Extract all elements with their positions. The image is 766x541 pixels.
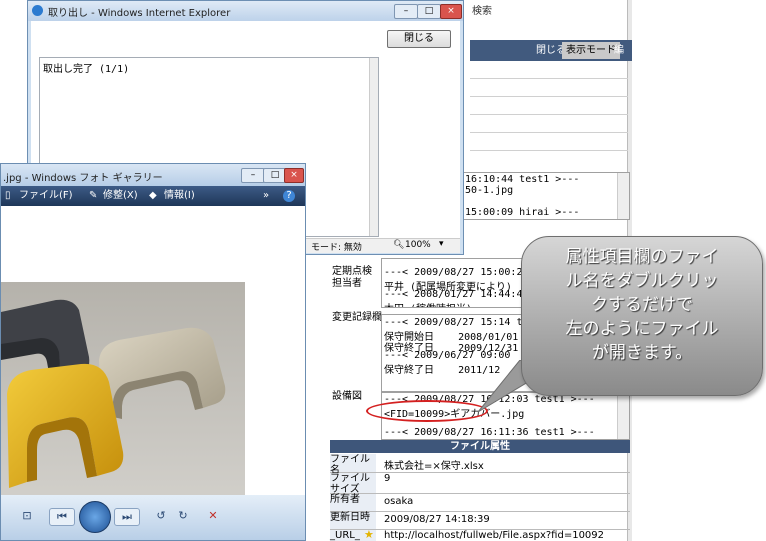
- attr-row-owner: 所有者 osaka: [330, 494, 630, 512]
- callout-line: 左のようにファイル: [565, 319, 719, 339]
- log-line: ---< 2008/01/27 14:44:43: [384, 289, 529, 300]
- product-photo-svg: [1, 282, 245, 506]
- next-icon[interactable]: ⏭: [114, 508, 140, 526]
- zoom-level[interactable]: 100%: [405, 240, 431, 250]
- row-divider: [470, 132, 628, 133]
- attr-value: 株式会社=×保守.xlsx: [384, 461, 484, 472]
- chevron-down-icon[interactable]: ▾: [439, 239, 444, 249]
- attr-row-updated: 更新日時 2009/08/27 14:18:39: [330, 512, 630, 530]
- field-label-change-log: 変更記録欄: [332, 312, 382, 323]
- ie-window-title: 取り出し - Windows Internet Explorer: [48, 8, 231, 19]
- info-icon: ◆: [149, 190, 157, 201]
- result-text: 取出し完了 (1/1): [43, 64, 130, 75]
- row-divider: [470, 150, 628, 151]
- attr-key: ファイル名: [330, 454, 376, 476]
- attr-value: 9: [384, 473, 391, 484]
- wrench-icon: ✎: [89, 190, 98, 201]
- file-icon: ▯: [5, 190, 11, 201]
- gallery-window-title: .jpg - Windows フォト ギャラリー: [3, 173, 163, 184]
- gallery-viewer: [1, 206, 305, 506]
- close-icon[interactable]: ×: [440, 4, 462, 19]
- log-line: ---< 2009/08/27 15:14 test: [384, 317, 541, 328]
- actual-size-icon[interactable]: ⊡: [17, 508, 37, 524]
- attr-row-filename: ファイル名 株式会社=×保守.xlsx: [330, 454, 630, 476]
- attr-row-url: _URL_ ★ http://localhost/fullweb/File.as…: [330, 528, 630, 541]
- help-icon[interactable]: ?: [283, 190, 295, 202]
- attr-value: osaka: [384, 496, 414, 507]
- search-label[interactable]: 検索: [472, 2, 492, 17]
- page-navbar: 閉じる 表示モード 編集: [470, 40, 632, 73]
- field-label-equipment-drawing: 設備図: [332, 391, 362, 402]
- callout-line: 属性項目欄のファイ: [565, 247, 719, 267]
- info-menu[interactable]: 情報(I): [164, 189, 195, 203]
- fix-menu[interactable]: 修整(X): [103, 189, 138, 203]
- row-divider: [470, 114, 628, 115]
- log-line: 15:00:09 hirai >---: [465, 207, 580, 218]
- previous-icon[interactable]: ⏮: [49, 508, 75, 526]
- log-line: 16:10:44 test1 >---: [465, 174, 580, 185]
- log-scrollbar[interactable]: [617, 173, 629, 219]
- rotate-right-icon[interactable]: ↻: [173, 508, 193, 524]
- close-icon[interactable]: ×: [284, 168, 304, 183]
- drawing-scrollbar[interactable]: [617, 393, 629, 439]
- log-textarea-1[interactable]: 16:10:44 test1 >--- 50-1.jpg 15:00:09 hi…: [462, 172, 630, 220]
- delete-icon[interactable]: ✕: [203, 508, 223, 524]
- row-divider: [470, 96, 628, 97]
- chevron-right-icon[interactable]: »: [263, 189, 269, 203]
- minimize-icon[interactable]: –: [241, 168, 265, 183]
- close-button[interactable]: 閉じる: [387, 30, 451, 48]
- slideshow-button[interactable]: [79, 501, 111, 533]
- ie-titlebar[interactable]: 取り出し - Windows Internet Explorer – □ ×: [28, 1, 463, 21]
- attr-key: ファイルサイズ: [330, 473, 376, 495]
- file-menu[interactable]: ファイル(F): [19, 189, 73, 203]
- star-icon[interactable]: ★: [364, 528, 374, 541]
- row-divider: [470, 78, 628, 79]
- field-label-inspector: 定期点検担当者: [332, 266, 372, 289]
- minimize-icon[interactable]: –: [394, 4, 418, 19]
- callout-line: ル名をダブルクリッ: [565, 271, 719, 291]
- attr-key: 更新日時: [330, 512, 376, 529]
- attr-key: 所有者: [330, 494, 376, 511]
- photo-gallery-window: .jpg - Windows フォト ギャラリー – □ × ▯ ファイル(F)…: [0, 163, 306, 541]
- gallery-titlebar[interactable]: .jpg - Windows フォト ギャラリー – □ ×: [1, 164, 305, 186]
- file-attributes-header: ファイル属性: [330, 440, 630, 453]
- log-line: 50-1.jpg: [465, 185, 514, 196]
- callout-line: が開きます。: [591, 343, 693, 363]
- gallery-toolbar: ▯ ファイル(F) ✎ 修整(X) ◆ 情報(I) » ?: [1, 186, 305, 206]
- protected-mode-label: モード: 無効: [311, 243, 362, 253]
- nav-edit-button[interactable]: 編集: [610, 42, 632, 73]
- log-line: ---< 2009/08/27 15:00:23: [384, 267, 529, 278]
- zoom-icon[interactable]: 🔍︎: [393, 240, 404, 250]
- page-top-strip: 検索: [470, 0, 766, 17]
- product-photo: [1, 282, 245, 506]
- maximize-icon[interactable]: □: [417, 4, 441, 19]
- result-scrollbar[interactable]: [369, 58, 378, 236]
- attr-url-link[interactable]: http://localhost/fullweb/File.aspx?fid=1…: [384, 530, 604, 541]
- attr-row-filesize: ファイルサイズ 9: [330, 473, 630, 495]
- attr-value: 2009/08/27 14:18:39: [384, 514, 490, 525]
- log-line: ---< 2009/08/27 16:11:36 test1 >---: [384, 427, 595, 438]
- callout-text: 属性項目欄のファイ ル名をダブルクリッ クするだけで 左のようにファイル が開き…: [522, 245, 762, 365]
- log-line: 木田 (稼働時担当): [384, 300, 472, 307]
- callout-bubble: 属性項目欄のファイ ル名をダブルクリッ クするだけで 左のようにファイル が開き…: [521, 236, 763, 396]
- callout-line: クするだけで: [591, 295, 693, 315]
- gallery-controls: ⊡ ⏮ ⏭ ↺ ↻ ✕: [1, 495, 305, 540]
- ie-logo-icon: [32, 5, 43, 16]
- rotate-left-icon[interactable]: ↺: [151, 508, 171, 524]
